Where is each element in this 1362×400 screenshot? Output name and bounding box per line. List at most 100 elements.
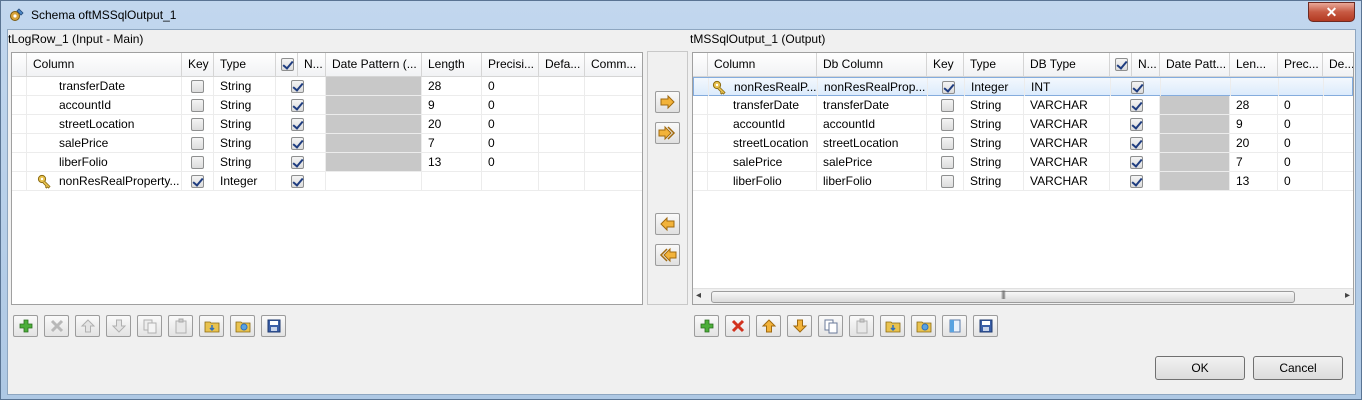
left-cell-comment[interactable] <box>585 77 642 95</box>
right-cell-db-column[interactable]: salePrice <box>817 153 927 171</box>
right-cell-date-pattern[interactable] <box>1160 96 1230 114</box>
left-nullable-checkbox[interactable] <box>291 156 304 169</box>
right-cell-db-column[interactable]: streetLocation <box>817 134 927 152</box>
output-delete-row-button[interactable] <box>725 315 750 337</box>
output-import-schema-button[interactable] <box>880 315 905 337</box>
right-cell-nullable[interactable] <box>1110 153 1160 171</box>
right-cell-db-type[interactable]: VARCHAR <box>1024 134 1110 152</box>
right-header-default[interactable]: De... <box>1323 53 1353 77</box>
left-cell-precision[interactable]: 0 <box>482 134 539 152</box>
right-cell-default[interactable] <box>1323 134 1353 152</box>
right-cell-precision[interactable] <box>1279 78 1324 96</box>
right-cell-db-column[interactable]: nonResRealProp... <box>818 78 928 96</box>
left-cell-key[interactable] <box>182 153 214 171</box>
left-cell-key[interactable] <box>182 77 214 95</box>
right-cell-column[interactable]: transferDate <box>708 96 817 114</box>
right-cell-date-pattern[interactable] <box>1160 134 1230 152</box>
left-header-length[interactable]: Length <box>422 53 482 77</box>
left-cell-key[interactable] <box>182 96 214 114</box>
left-cell-length[interactable]: 28 <box>422 77 482 95</box>
left-cell-precision[interactable]: 0 <box>482 96 539 114</box>
left-cell-precision[interactable] <box>482 172 539 190</box>
right-cell-length[interactable]: 20 <box>1230 134 1278 152</box>
table-row[interactable]: streetLocation streetLocation String VARCHA… <box>693 134 1353 153</box>
paste-button[interactable] <box>168 315 193 337</box>
right-cell-default[interactable] <box>1323 172 1353 190</box>
right-cell-type[interactable]: String <box>964 115 1024 133</box>
left-cell-key[interactable] <box>182 115 214 133</box>
left-nullable-checkbox[interactable] <box>291 118 304 131</box>
right-key-checkbox[interactable] <box>941 118 954 131</box>
save-schema-button[interactable] <box>261 315 286 337</box>
table-row[interactable]: transferDate String 28 0 <box>12 77 642 96</box>
left-cell-nullable[interactable] <box>276 134 326 152</box>
right-nullable-checkbox[interactable] <box>1130 175 1143 188</box>
left-cell-length[interactable]: 13 <box>422 153 482 171</box>
left-cell-default[interactable] <box>539 134 585 152</box>
right-cell-column[interactable]: liberFolio <box>708 172 817 190</box>
right-cell-db-column[interactable]: transferDate <box>817 96 927 114</box>
left-cell-comment[interactable] <box>585 96 642 114</box>
left-key-checkbox[interactable] <box>191 175 204 188</box>
left-cell-date-pattern[interactable] <box>326 153 422 171</box>
copy-selected-left-button[interactable] <box>655 213 680 235</box>
table-row[interactable]: nonResRealP... nonResRealProp... Integer IN… <box>693 77 1353 96</box>
move-up-button[interactable] <box>75 315 100 337</box>
right-cell-key[interactable] <box>927 115 964 133</box>
import-schema-button[interactable] <box>199 315 224 337</box>
output-paste-button[interactable] <box>849 315 874 337</box>
right-nullable-checkbox[interactable] <box>1130 137 1143 150</box>
left-header-comment[interactable]: Comm... <box>585 53 642 77</box>
right-cell-length[interactable]: 28 <box>1230 96 1278 114</box>
table-row[interactable]: salePrice salePrice String VARCHAR 7 0 <box>693 153 1353 172</box>
right-key-checkbox[interactable] <box>941 156 954 169</box>
left-cell-comment[interactable] <box>585 172 642 190</box>
left-nullable-checkbox[interactable] <box>291 175 304 188</box>
right-nullable-checkbox[interactable] <box>1130 156 1143 169</box>
left-cell-comment[interactable] <box>585 115 642 133</box>
right-cell-type[interactable]: String <box>964 96 1024 114</box>
right-key-checkbox[interactable] <box>941 137 954 150</box>
left-cell-column[interactable]: nonResRealProperty... <box>27 172 182 190</box>
cancel-button[interactable]: Cancel <box>1253 356 1343 380</box>
right-cell-date-pattern[interactable] <box>1161 78 1231 96</box>
output-add-row-button[interactable] <box>694 315 719 337</box>
right-cell-precision[interactable]: 0 <box>1278 115 1323 133</box>
right-cell-default[interactable] <box>1323 153 1353 171</box>
output-move-down-button[interactable] <box>787 315 812 337</box>
right-cell-type[interactable]: String <box>964 153 1024 171</box>
output-save-schema-button[interactable] <box>973 315 998 337</box>
right-cell-precision[interactable]: 0 <box>1278 172 1323 190</box>
left-cell-default[interactable] <box>539 77 585 95</box>
right-cell-precision[interactable]: 0 <box>1278 153 1323 171</box>
right-cell-date-pattern[interactable] <box>1160 115 1230 133</box>
left-cell-length[interactable]: 20 <box>422 115 482 133</box>
left-cell-precision[interactable]: 0 <box>482 153 539 171</box>
left-cell-default[interactable] <box>539 153 585 171</box>
delete-row-button[interactable] <box>44 315 69 337</box>
right-key-checkbox[interactable] <box>941 175 954 188</box>
left-header-default[interactable]: Defa... <box>539 53 585 77</box>
left-cell-date-pattern[interactable] <box>326 96 422 114</box>
right-cell-column[interactable]: salePrice <box>708 153 817 171</box>
right-cell-precision[interactable]: 0 <box>1278 96 1323 114</box>
right-cell-key[interactable] <box>927 134 964 152</box>
horizontal-scrollbar[interactable]: ◂ ▸ ||| <box>693 288 1353 304</box>
left-cell-default[interactable] <box>539 115 585 133</box>
copy-selected-right-button[interactable] <box>655 91 680 113</box>
left-key-checkbox[interactable] <box>191 137 204 150</box>
left-cell-column[interactable]: streetLocation <box>27 115 182 133</box>
output-move-up-button[interactable] <box>756 315 781 337</box>
right-header-date-pattern[interactable]: Date Patt... <box>1160 53 1230 77</box>
right-cell-length[interactable]: 9 <box>1230 115 1278 133</box>
right-header-db-type[interactable]: DB Type <box>1024 53 1110 77</box>
right-cell-db-column[interactable]: liberFolio <box>817 172 927 190</box>
add-row-button[interactable] <box>13 315 38 337</box>
move-down-button[interactable] <box>106 315 131 337</box>
right-cell-length[interactable]: 13 <box>1230 172 1278 190</box>
left-header-precision[interactable]: Precisi... <box>482 53 539 77</box>
table-row[interactable]: streetLocation String 20 0 <box>12 115 642 134</box>
left-header-column[interactable]: Column <box>27 53 182 77</box>
right-cell-nullable[interactable] <box>1110 96 1160 114</box>
right-cell-column[interactable]: streetLocation <box>708 134 817 152</box>
